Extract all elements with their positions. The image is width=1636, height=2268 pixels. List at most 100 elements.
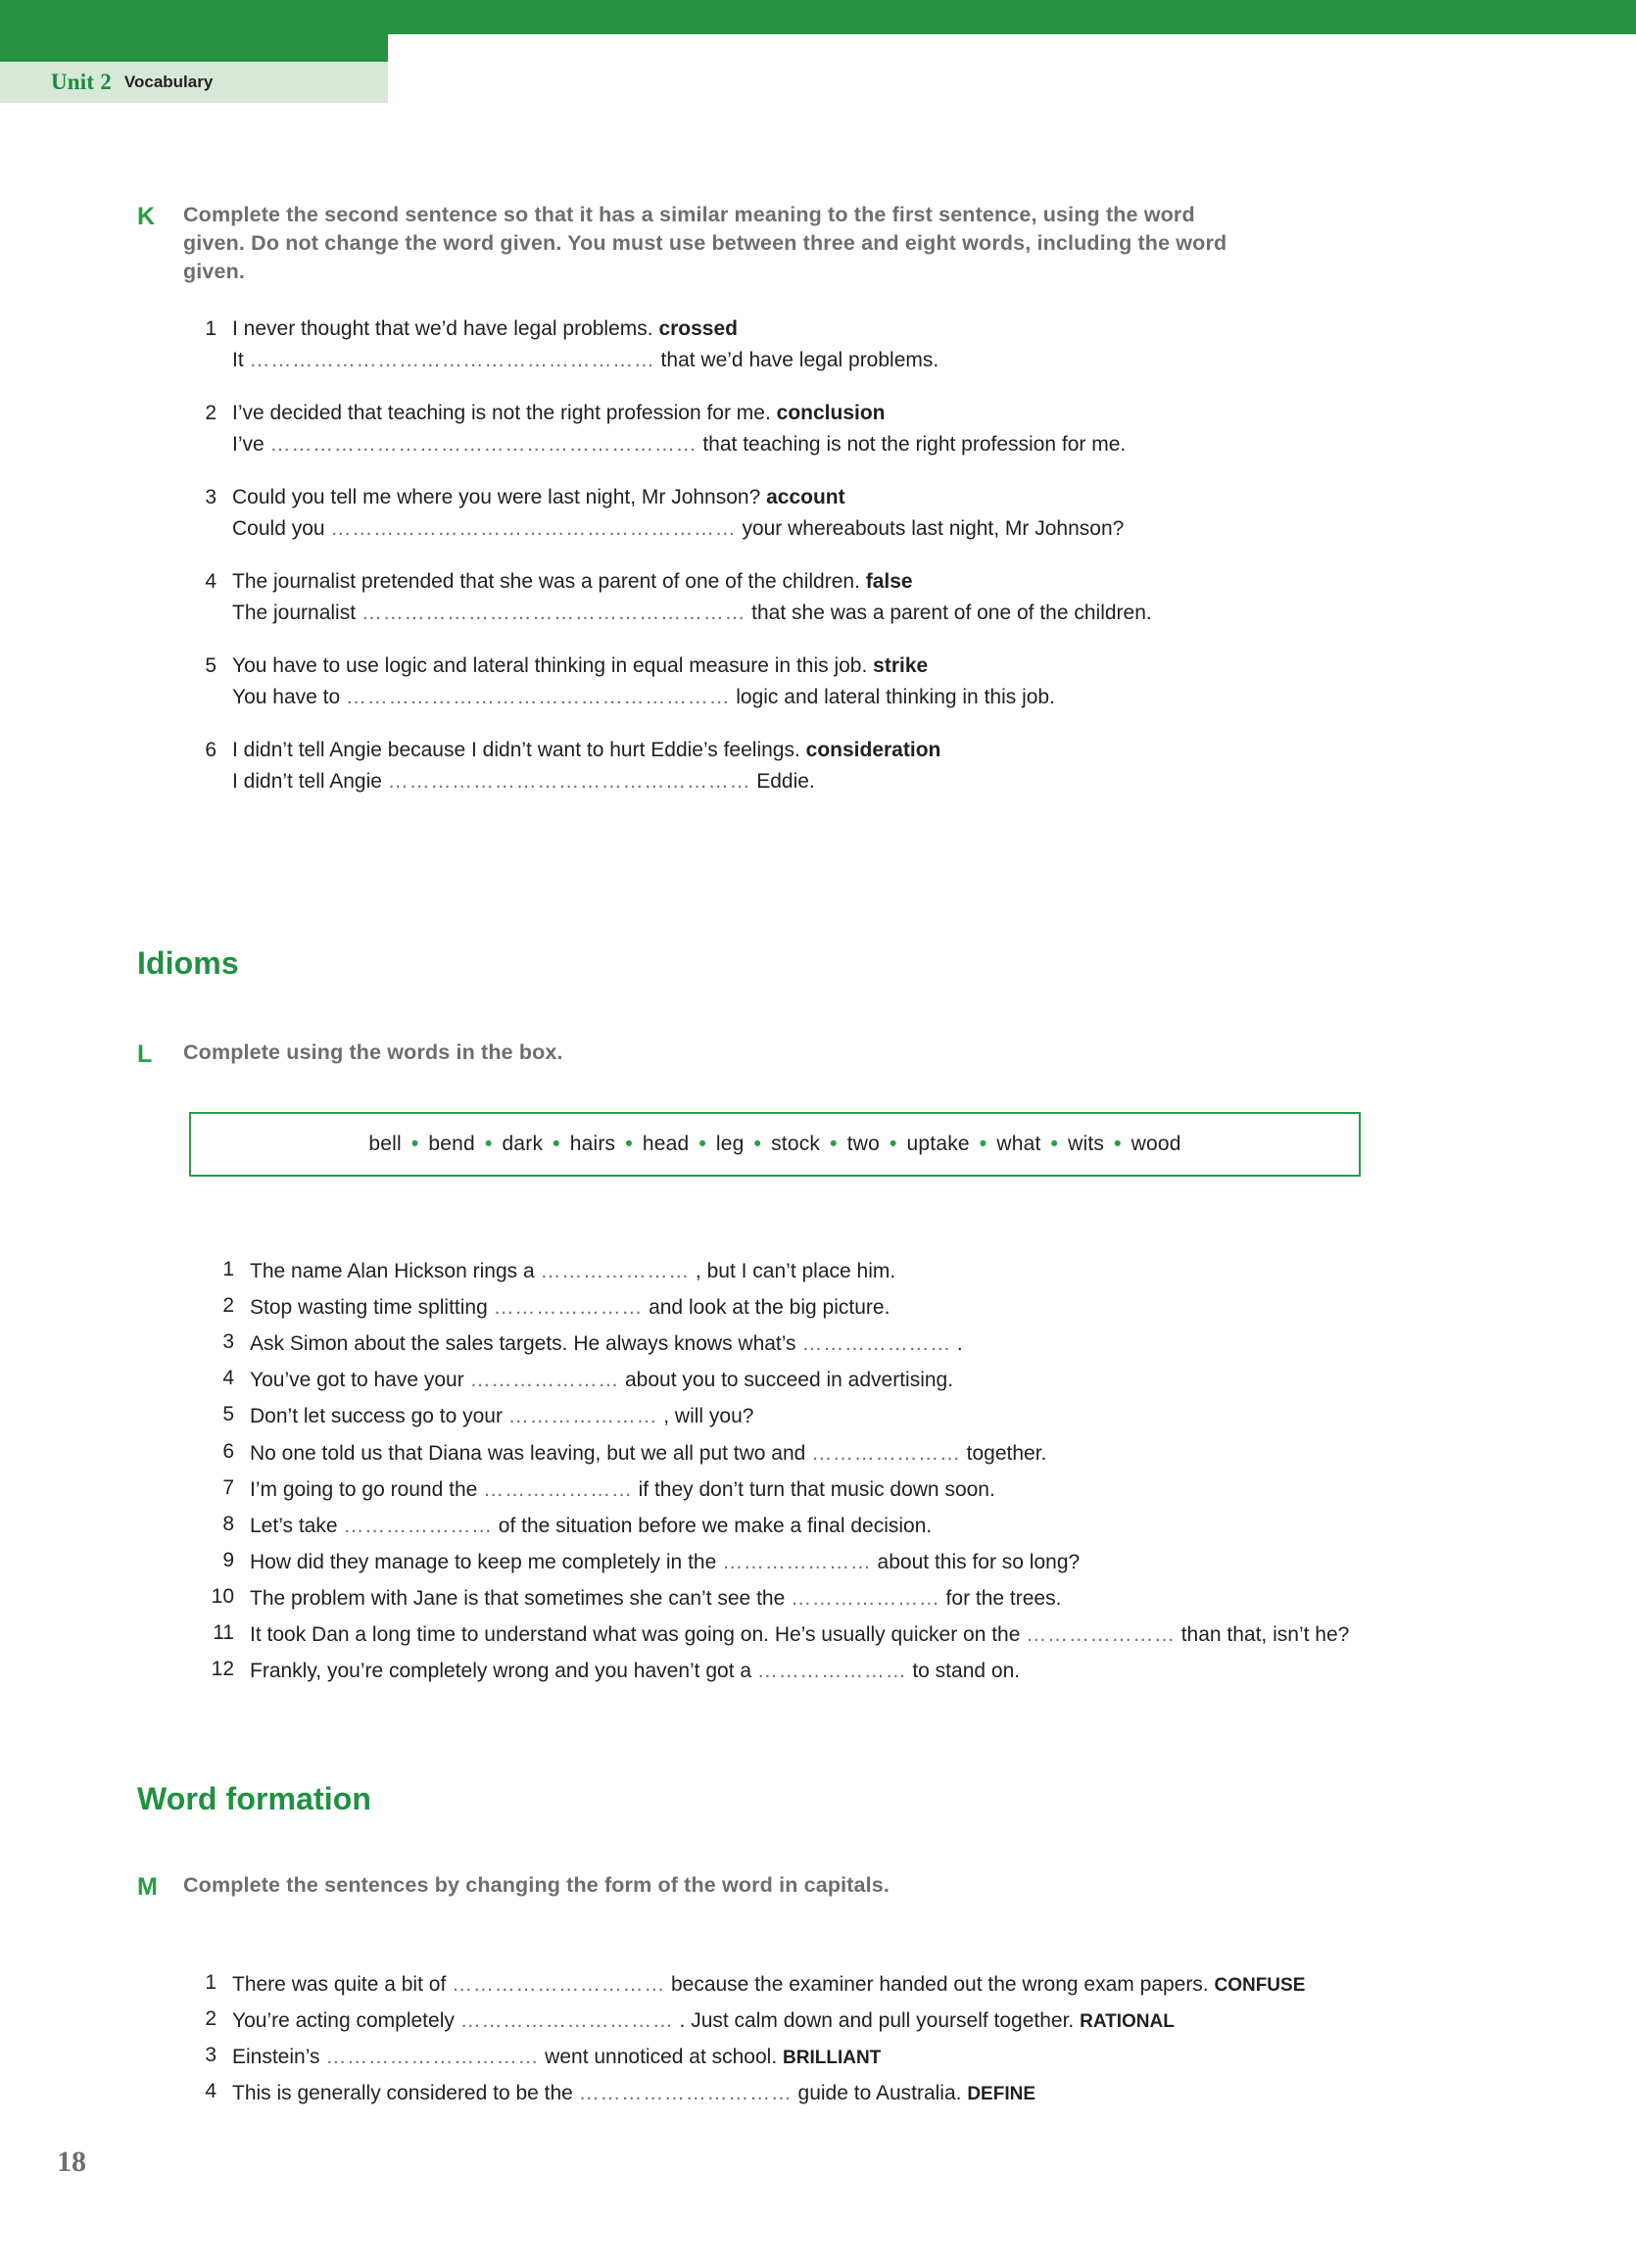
sentence-suffix: for the trees.	[939, 1586, 1062, 1610]
keyword: strike	[873, 654, 929, 678]
answer-blank[interactable]: …………………	[1026, 1623, 1176, 1646]
sentence-prefix: The problem with Jane is that sometimes …	[250, 1586, 792, 1610]
exercise-k-header: K Complete the second sentence so that i…	[0, 201, 1636, 286]
answer-blank[interactable]: …………………	[494, 1296, 644, 1319]
item-answer-line: You have to ……………………………………………… logic and…	[232, 682, 1055, 713]
exercise-l-instruction: Complete using the words in the box.	[183, 1040, 563, 1064]
sentence-prefix: You’ve got to have your	[250, 1369, 470, 1392]
answer-blank[interactable]: …………………	[483, 1478, 633, 1501]
item-number: 3	[222, 1330, 234, 1354]
idioms-heading: Idioms	[137, 945, 239, 981]
item-number: 11	[213, 1621, 234, 1645]
word-box-word[interactable]: hairs	[569, 1133, 617, 1155]
sentence-prefix: No one told us that Diana was leaving, b…	[250, 1441, 812, 1465]
item-body: How did they manage to keep me completel…	[250, 1545, 1080, 1580]
list-item: 3 Einstein’s ………………………… went unnoticed at…	[183, 2040, 1305, 2075]
prompt-text: The journalist pretended that she was a …	[232, 570, 866, 594]
word-box-word[interactable]: uptake	[906, 1133, 971, 1155]
sentence-suffix: because the examiner handed out the wron…	[665, 1973, 1215, 1996]
sentence-suffix: about you to succeed in advertising.	[619, 1369, 954, 1392]
item-number: 1	[222, 1258, 234, 1280]
prompt-text: You have to use logic and lateral thinki…	[232, 654, 874, 678]
item-number: 8	[222, 1512, 234, 1535]
answer-prefix: The journalist	[232, 601, 361, 624]
sentence-suffix: and look at the big picture.	[643, 1296, 890, 1320]
answer-blank[interactable]: ………………………………………………	[346, 686, 730, 708]
item-body: Einstein’s ………………………… went unnoticed at …	[232, 2040, 881, 2075]
exercise-k-item: 1 I never thought that we’d have legal pr…	[183, 314, 1636, 375]
sentence-prefix: It took Dan a long time to understand wh…	[250, 1623, 1027, 1647]
list-item: 2 You’re acting completely ………………………… . J…	[183, 2003, 1305, 2039]
sentence-prefix: There was quite a bit of	[232, 1973, 453, 1996]
keyword: crossed	[658, 317, 738, 341]
word-separator-bullet-icon: •	[1114, 1133, 1122, 1155]
word-box-word[interactable]: bend	[427, 1133, 476, 1155]
list-item: 1 There was quite a bit of ………………………… bec…	[183, 1967, 1305, 2003]
answer-blank[interactable]: …………………	[801, 1332, 951, 1355]
answer-blank[interactable]: …………………………	[325, 2046, 539, 2068]
keyword: consideration	[805, 739, 941, 762]
item-number: 9	[222, 1548, 234, 1571]
idioms-word-box: bell • bend • dark • hairs • head • leg • stock • two •…	[189, 1112, 1361, 1177]
item-body: This is generally considered to be the ……	[232, 2076, 1035, 2111]
word-box-word[interactable]: dark	[502, 1133, 545, 1155]
word-box-word[interactable]: wits	[1067, 1133, 1105, 1155]
answer-blank[interactable]: …………………………	[452, 1973, 665, 1996]
word-separator-bullet-icon: •	[979, 1133, 987, 1155]
answer-blank[interactable]: …………………	[791, 1587, 940, 1610]
exercise-l-letter: L	[137, 1040, 153, 1068]
word-box-word[interactable]: wood	[1131, 1133, 1182, 1155]
item-answer-line: It ………………………………………………… that we’d have le…	[232, 345, 938, 376]
answer-blank[interactable]: …………………………………………………	[250, 349, 655, 371]
answer-suffix: that teaching is not the right professio…	[697, 432, 1127, 456]
answer-blank[interactable]: …………………	[722, 1551, 872, 1573]
answer-blank[interactable]: …………………………	[579, 2082, 793, 2104]
unit-section-label: Vocabulary	[123, 72, 214, 91]
answer-blank[interactable]: …………………	[757, 1660, 907, 1682]
word-separator-bullet-icon: •	[698, 1133, 706, 1155]
answer-blank[interactable]: …………………	[811, 1442, 961, 1465]
answer-blank[interactable]: ……………………………………………………	[270, 433, 698, 456]
list-item: 6 No one told us that Diana was leaving, …	[183, 1436, 1349, 1472]
header-unit-block	[0, 0, 388, 62]
exercise-m: M Complete the sentences by changing the…	[0, 1871, 1636, 1904]
item-body: Don’t let success go to your ………………… , w…	[250, 1399, 753, 1434]
answer-blank[interactable]: ………………………………………………	[361, 602, 746, 624]
word-box-word[interactable]: head	[642, 1133, 691, 1155]
item-body: It took Dan a long time to understand wh…	[250, 1617, 1349, 1653]
word-box-word[interactable]: what	[995, 1133, 1041, 1155]
answer-blank[interactable]: …………………	[343, 1515, 493, 1537]
sentence-prefix: This is generally considered to be the	[232, 2082, 579, 2105]
answer-blank[interactable]: …………………	[540, 1260, 690, 1282]
word-box-word[interactable]: two	[846, 1133, 881, 1155]
word-box-word[interactable]: stock	[770, 1133, 821, 1155]
list-item: 5 Don’t let success go to your ………………… , …	[183, 1399, 1349, 1434]
item-number: 5	[205, 654, 217, 678]
item-prompt-line: I didn’t tell Angie because I didn’t wan…	[232, 735, 940, 766]
answer-suffix: Eddie.	[750, 769, 815, 793]
answer-blank[interactable]: …………………………………………………	[330, 517, 736, 540]
sentence-prefix: Frankly, you’re completely wrong and you…	[250, 1660, 757, 1683]
answer-blank[interactable]: …………………………	[460, 2009, 674, 2032]
sentence-suffix: went unnoticed at school.	[539, 2046, 784, 2069]
word-separator-bullet-icon: •	[753, 1133, 762, 1155]
word-formation-heading: Word formation	[137, 1781, 372, 1816]
answer-blank[interactable]: ……………………………………………	[388, 770, 751, 793]
word-box-word[interactable]: bell	[367, 1133, 403, 1155]
keyword: conclusion	[776, 402, 886, 425]
item-answer-line: I’ve …………………………………………………… that teaching …	[232, 429, 1126, 460]
item-number: 2	[205, 402, 217, 425]
item-body: Let’s take ………………… of the situation befo…	[250, 1509, 932, 1544]
exercise-k-items: 1 I never thought that we’d have legal pr…	[183, 314, 1636, 796]
answer-prefix: Could you	[232, 516, 331, 540]
item-body: I’ve decided that teaching is not the ri…	[232, 398, 1126, 459]
word-separator-bullet-icon: •	[410, 1133, 419, 1155]
word-box-word[interactable]: leg	[715, 1133, 746, 1155]
answer-blank[interactable]: …………………	[470, 1369, 620, 1391]
sentence-prefix: Stop wasting time splitting	[250, 1296, 494, 1320]
exercise-k-letter: K	[137, 203, 156, 230]
item-prompt-line: I never thought that we’d have legal pro…	[232, 314, 938, 345]
item-number: 6	[222, 1439, 234, 1463]
exercise-k-item: 5 You have to use logic and lateral think…	[183, 651, 1636, 712]
answer-blank[interactable]: …………………	[508, 1405, 658, 1427]
